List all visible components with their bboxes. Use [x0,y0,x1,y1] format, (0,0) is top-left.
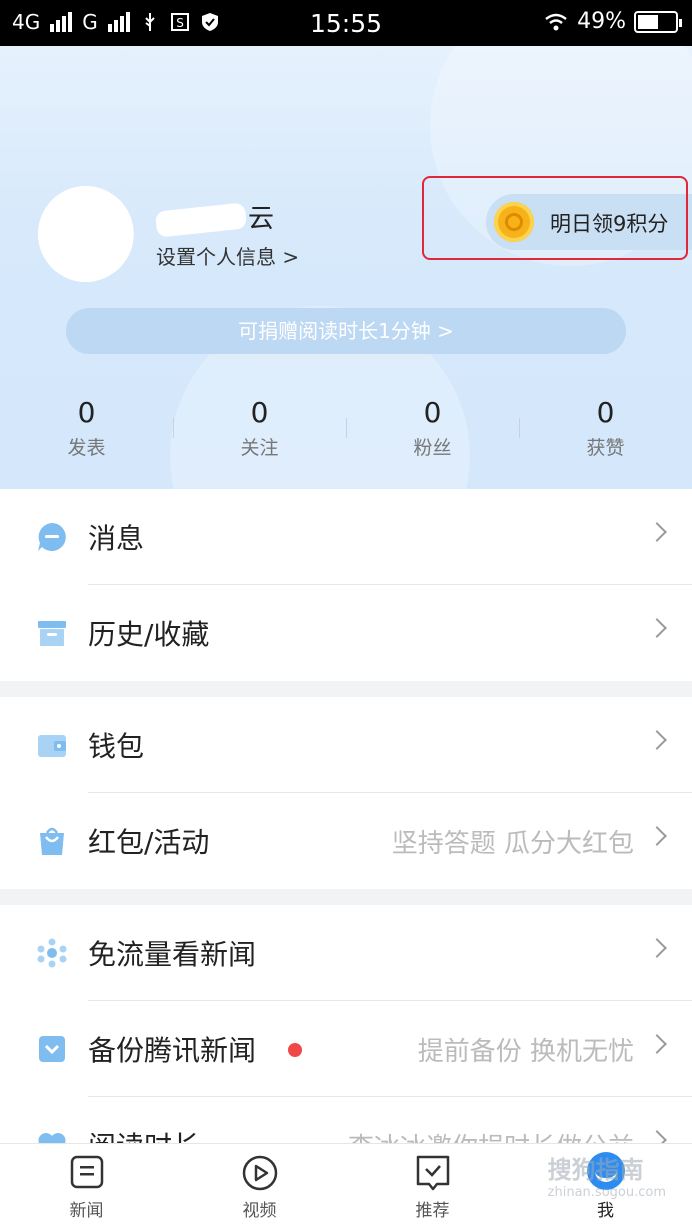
watermark: 搜狗指南 zhinan.sogou.com [547,1156,666,1200]
archive-icon [38,621,66,646]
menu-label: 消息 [88,522,145,555]
chevron-right-icon [647,730,667,750]
stat-followers[interactable]: 0 粉丝 [346,396,519,460]
avatar[interactable] [38,186,134,282]
highlight-box [422,176,688,260]
profile-header: 云 设置个人信息 > 明日领9积分 可捐赠阅读时长1分钟 > 0 发表 0 关注 0… [0,46,692,489]
set-profile-link[interactable]: 设置个人信息 > [156,241,299,270]
menu-section-2: 钱包 红包/活动 坚持答题 瓜分大红包 [0,697,692,889]
menu-item-history[interactable]: 历史/收藏 [0,585,692,681]
menu-hint: 提前备份 换机无忧 [417,1037,634,1067]
menu-item-wallet[interactable]: 钱包 [0,697,692,793]
chevron-right-icon [647,938,667,958]
tab-news[interactable]: 新闻 [0,1144,173,1230]
menu-item-messages[interactable]: 消息 [0,489,692,585]
stat-following[interactable]: 0 关注 [173,396,346,460]
username[interactable]: 云 [154,198,274,238]
menu-item-redpacket[interactable]: 红包/活动 坚持答题 瓜分大红包 [0,793,692,889]
battery-icon [634,10,682,33]
battery-percent: 49% [577,9,626,34]
network-icon [37,938,67,968]
wifi-icon [545,13,567,30]
chevron-right-icon [647,522,667,542]
menu-item-backup[interactable]: 备份腾讯新闻 提前备份 换机无忧 [0,1001,692,1097]
menu-label: 钱包 [88,730,145,763]
menu-label: 阅读时长 [88,1125,200,1145]
backup-icon [39,1036,65,1062]
menu-section-3: 免流量看新闻 备份腾讯新闻 提前备份 换机无忧 阅读时长 李冰冰邀你捐时长做公益 [0,905,692,1145]
notification-dot [288,1043,302,1057]
gift-bag-icon [40,827,64,855]
donate-reading-button[interactable]: 可捐赠阅读时长1分钟 > [66,308,626,354]
menu-label: 历史/收藏 [88,618,210,651]
menu-label: 备份腾讯新闻 [88,1034,257,1067]
wallet-icon [38,735,66,757]
stats-row: 0 发表 0 关注 0 粉丝 0 获赞 [0,396,692,460]
chevron-right-icon [647,1034,667,1054]
tab-recommend[interactable]: 推荐 [346,1144,519,1230]
news-icon [70,1155,103,1189]
status-bar: 4G G S 15:55 49% [0,0,692,46]
chevron-right-icon [647,826,667,846]
play-icon [242,1155,277,1191]
recommend-icon [416,1155,449,1191]
chevron-right-icon [647,618,667,638]
menu-item-reading-time[interactable]: 阅读时长 李冰冰邀你捐时长做公益 [0,1097,692,1145]
menu-hint: 坚持答题 瓜分大红包 [391,829,634,859]
menu-section-1: 消息 历史/收藏 [0,489,692,681]
tab-video[interactable]: 视频 [173,1144,346,1230]
menu-label: 免流量看新闻 [88,938,257,971]
stat-posts[interactable]: 0 发表 [0,396,173,460]
menu-label: 红包/活动 [88,826,210,859]
message-icon [38,523,66,551]
stat-likes[interactable]: 0 获赞 [519,396,692,460]
menu-item-free-data[interactable]: 免流量看新闻 [0,905,692,1001]
